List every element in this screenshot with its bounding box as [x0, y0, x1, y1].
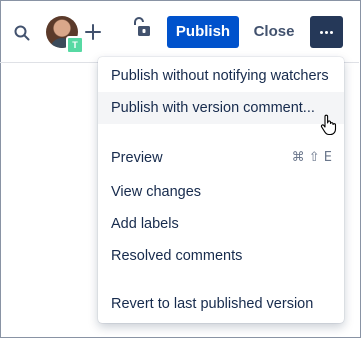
more-icon-dot — [325, 31, 328, 34]
menu-item-label: Publish without notifying watchers — [111, 68, 329, 84]
more-icon — [320, 31, 323, 34]
search-icon[interactable] — [13, 24, 31, 42]
menu-item-label: Revert to last published version — [111, 296, 314, 312]
menu-item-label: Preview — [111, 150, 163, 166]
menu-item-resolved-comments[interactable]: Resolved comments — [98, 240, 344, 272]
menu-item-label: Add labels — [111, 216, 179, 232]
add-icon[interactable] — [82, 21, 104, 43]
editor-toolbar: T Publish Close — [0, 0, 359, 62]
menu-item-add-labels[interactable]: Add labels — [98, 208, 344, 240]
menu-item-publish-with-version-comment[interactable]: Publish with version comment... — [98, 92, 344, 124]
menu-item-label: View changes — [111, 184, 202, 200]
unlock-icon[interactable] — [130, 16, 152, 38]
close-button[interactable]: Close — [250, 16, 298, 48]
menu-item-view-changes[interactable]: View changes — [98, 176, 344, 208]
menu-item-revert[interactable]: Revert to last published version — [98, 288, 344, 320]
more-actions-menu: Publish without notifying watchers Publi… — [98, 57, 344, 323]
publish-button[interactable]: Publish — [167, 16, 239, 48]
menu-item-publish-without-notifying[interactable]: Publish without notifying watchers — [98, 60, 344, 92]
preview-shortcut: ⌘ ⇧ E — [291, 150, 332, 165]
menu-item-label: Resolved comments — [111, 248, 243, 264]
menu-item-label: Publish with version comment... — [111, 100, 315, 116]
more-actions-button[interactable] — [310, 16, 343, 48]
pointer-cursor-icon — [320, 114, 337, 136]
more-icon-dot — [330, 31, 333, 34]
menu-item-preview[interactable]: Preview ⌘ ⇧ E — [98, 142, 344, 174]
